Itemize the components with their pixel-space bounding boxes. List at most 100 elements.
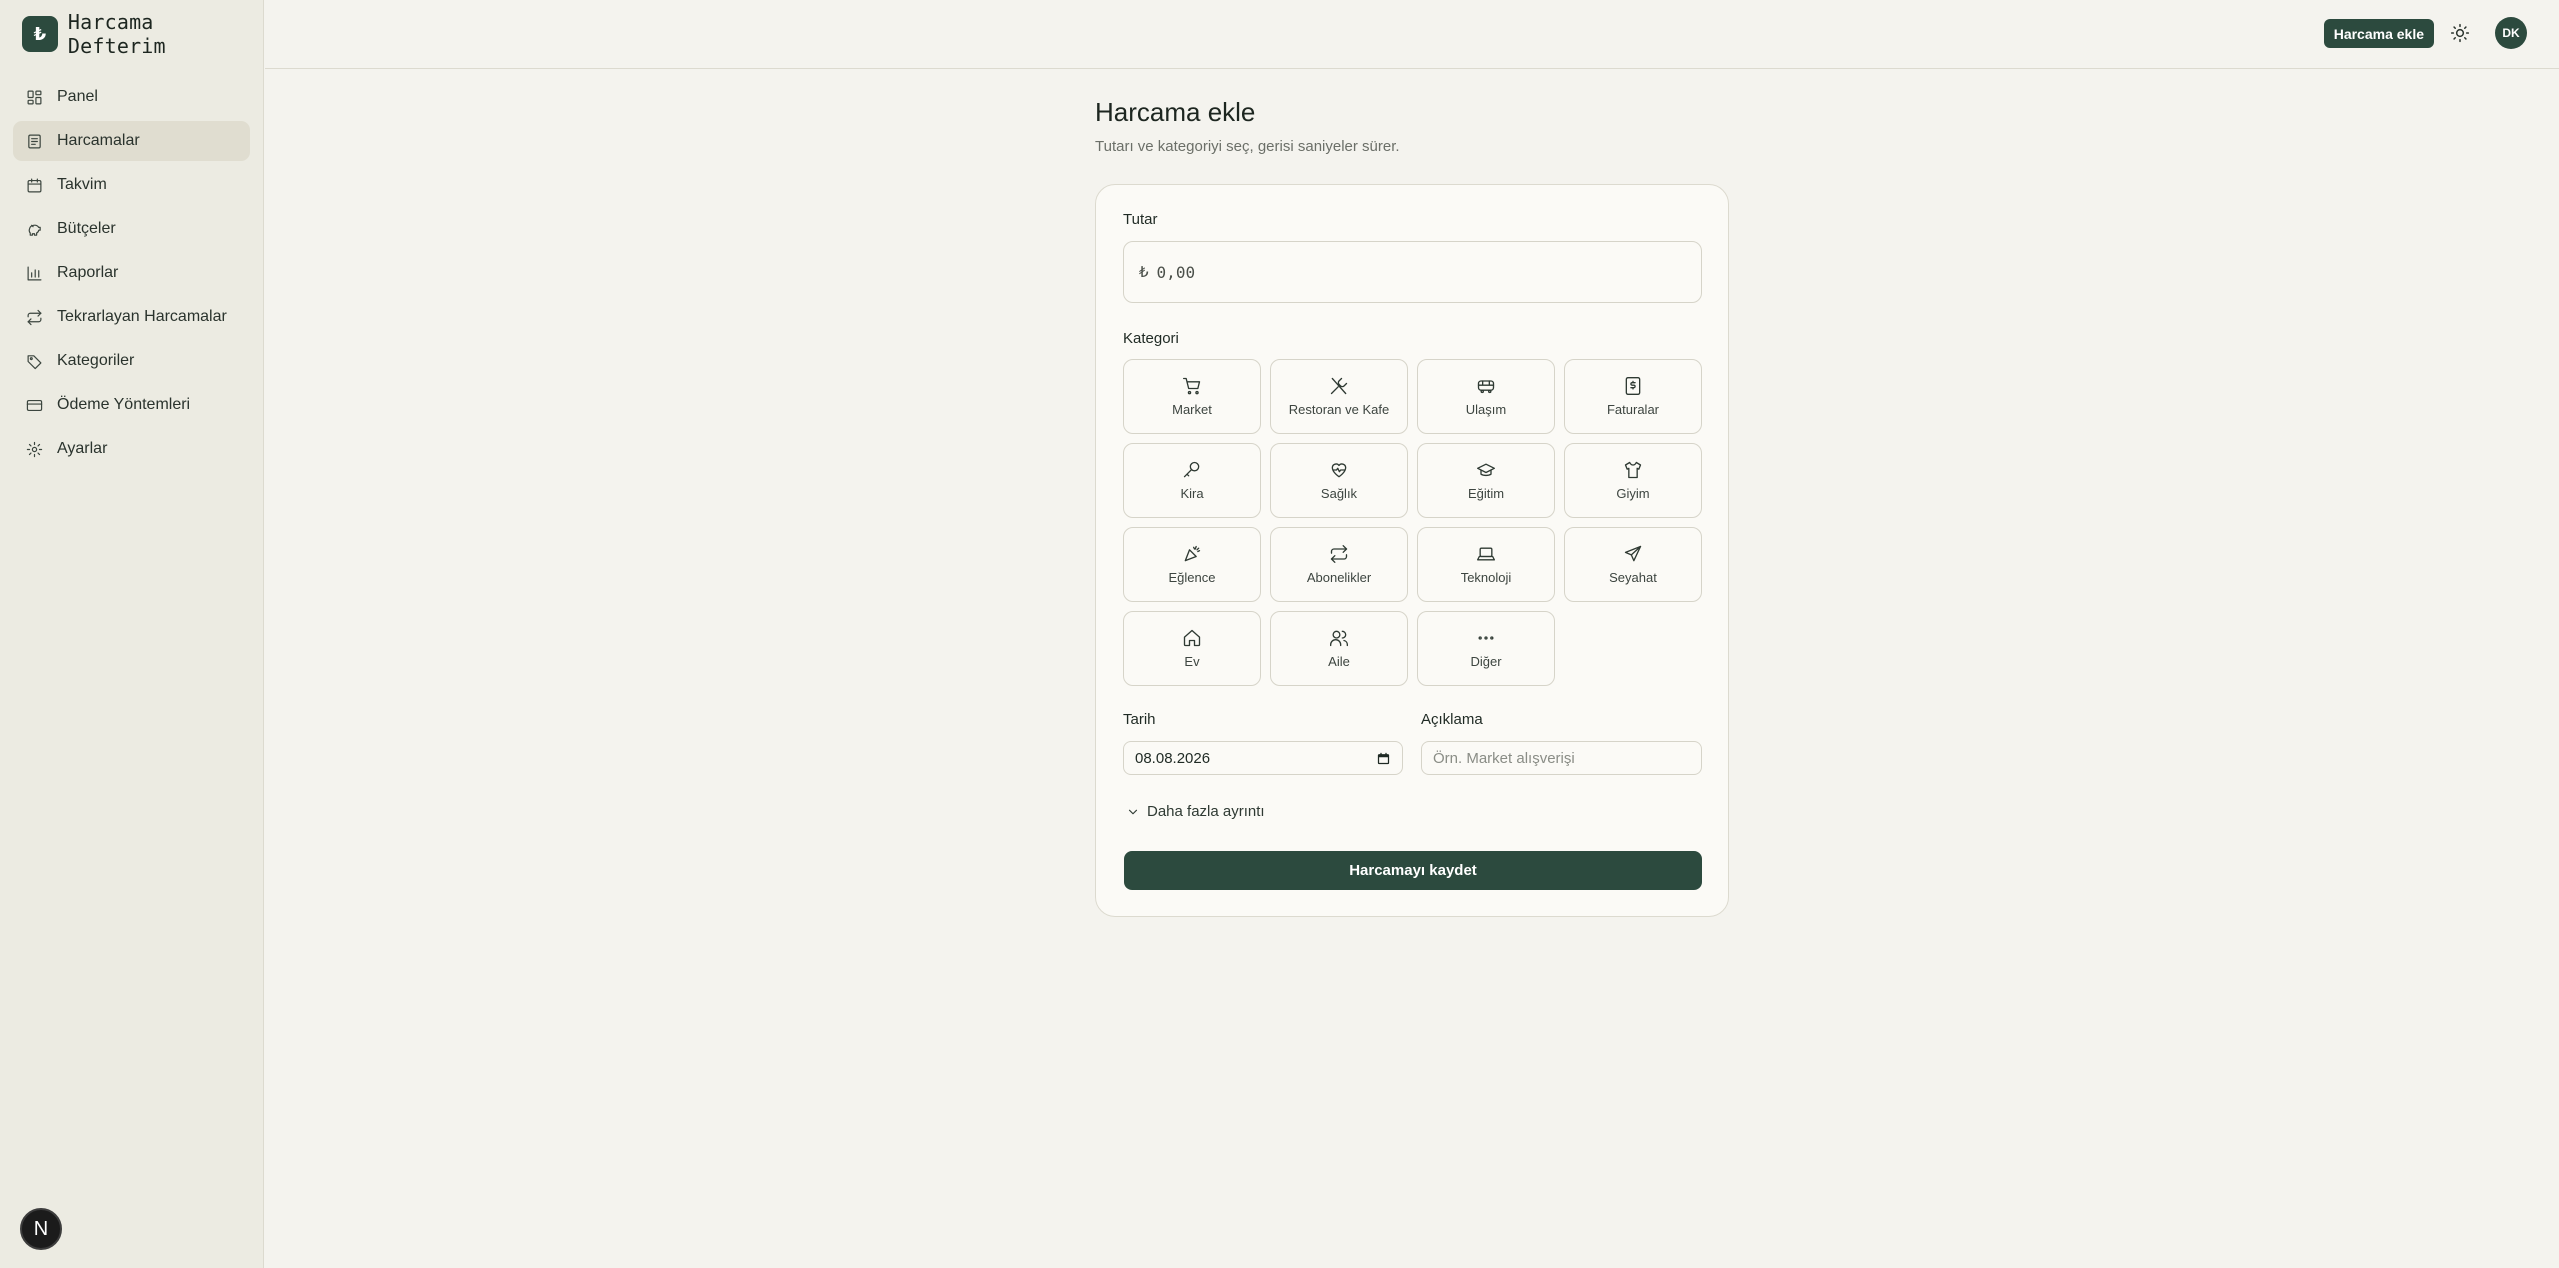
party-popper-icon [1184, 545, 1201, 562]
page-title: Harcama ekle [1095, 97, 1256, 127]
sidebar-item-harcamalar[interactable]: Harcamalar [13, 121, 250, 161]
amount-placeholder: 0,00 [1156, 262, 1196, 282]
category-label-text: Aile [1328, 654, 1350, 669]
category-label-text: Diğer [1470, 654, 1502, 669]
lira-logo-icon: ₺ [22, 16, 58, 52]
category-teknoloji[interactable]: Teknoloji [1417, 527, 1555, 602]
topbar: Harcama ekle DK [265, 0, 2559, 69]
receipt-icon [28, 134, 41, 148]
plane-icon [1624, 545, 1642, 562]
piggy-bank-icon [28, 224, 41, 236]
sidebar-item-odeme[interactable]: Ödeme Yöntemleri [13, 385, 250, 425]
category-egitim[interactable]: Eğitim [1417, 443, 1555, 518]
sidebar-item-tekrarlayan[interactable]: Tekrarlayan Harcamalar [13, 297, 250, 337]
category-label-text: Eğlence [1168, 570, 1216, 585]
category-label-text: Sağlık [1320, 486, 1358, 501]
add-expense-button[interactable]: Harcama ekle [2323, 19, 2434, 48]
sidebar-item-label: Harcamalar [57, 132, 140, 149]
category-kira[interactable]: Kira [1123, 443, 1261, 518]
calendar-icon[interactable] [1376, 751, 1391, 766]
date-value: 08.08.2026 [1135, 749, 1211, 767]
chevron-down-icon [1128, 809, 1138, 814]
category-abonelikler[interactable]: Abonelikler [1270, 527, 1408, 602]
home-icon [1183, 629, 1201, 647]
more-details-toggle[interactable]: Daha fazla ayrıntı [1126, 803, 1265, 820]
sidebar-item-butceler[interactable]: Bütçeler [13, 209, 250, 249]
category-ev[interactable]: Ev [1123, 611, 1261, 686]
category-aile[interactable]: Aile [1270, 611, 1408, 686]
sidebar-item-label: Raporlar [57, 264, 119, 281]
category-faturalar[interactable]: Faturalar [1564, 359, 1702, 434]
bar-chart-icon [27, 266, 42, 280]
footer-badge[interactable]: N [20, 1208, 62, 1250]
sidebar-item-label: Tekrarlayan Harcamalar [57, 308, 227, 325]
category-diger[interactable]: Diğer [1417, 611, 1555, 686]
category-giyim[interactable]: Giyim [1564, 443, 1702, 518]
laptop-icon [1477, 547, 1495, 561]
page-subtitle: Tutarı ve kategoriyi seç, gerisi saniyel… [1095, 138, 1400, 155]
sidebar-item-takvim[interactable]: Takvim [13, 165, 250, 205]
category-label-text: Faturalar [1606, 402, 1660, 417]
category-label-text: Seyahat [1609, 570, 1657, 585]
category-label-text: Ulaşım [1465, 402, 1507, 417]
sidebar-item-raporlar[interactable]: Raporlar [13, 253, 250, 293]
bill-icon [1625, 377, 1641, 395]
ellipsis-icon [1478, 636, 1494, 640]
category-saglik[interactable]: Sağlık [1270, 443, 1408, 518]
credit-card-icon [26, 399, 43, 411]
sidebar-item-label: Ayarlar [57, 440, 108, 457]
utensils-icon [1330, 377, 1348, 395]
sidebar-item-ayarlar[interactable]: Ayarlar [13, 429, 250, 469]
save-expense-button[interactable]: Harcamayı kaydet [1124, 851, 1702, 890]
expense-form-card: Tutar ₺ 0,00 Kategori Market Restoran ve… [1095, 184, 1729, 917]
repeat-icon [27, 309, 42, 325]
bus-icon [1477, 380, 1495, 394]
category-label-text: Teknoloji [1460, 570, 1512, 585]
sidebar-item-label: Kategoriler [57, 352, 135, 369]
repeat-icon [1330, 545, 1348, 563]
date-input[interactable]: 08.08.2026 [1123, 741, 1403, 775]
shopping-cart-icon [1183, 377, 1201, 395]
sidebar-item-label: Bütçeler [57, 220, 116, 237]
heart-pulse-icon [1331, 463, 1347, 478]
gear-icon [26, 441, 43, 457]
category-label-text: Giyim [1616, 486, 1650, 501]
sidebar-item-panel[interactable]: Panel [13, 77, 250, 117]
dashboard-icon [27, 90, 42, 104]
category-seyahat[interactable]: Seyahat [1564, 527, 1702, 602]
sidebar: ₺ Harcama Defterim Panel Harcamalar Takv… [0, 0, 264, 1268]
theme-toggle[interactable] [2450, 23, 2470, 43]
sidebar-item-label: Takvim [57, 176, 107, 193]
category-label-text: Market [1172, 402, 1212, 417]
description-label: Açıklama [1421, 711, 1483, 728]
date-label: Tarih [1123, 711, 1156, 728]
category-label-text: Kira [1180, 486, 1204, 501]
sidebar-nav: Panel Harcamalar Takvim Bütçeler Raporla… [13, 77, 250, 473]
sidebar-item-kategoriler[interactable]: Kategoriler [13, 341, 250, 381]
graduation-cap-icon [1477, 463, 1495, 477]
sidebar-item-label: Panel [57, 88, 98, 105]
category-label: Kategori [1123, 330, 1179, 347]
currency-symbol: ₺ [1139, 264, 1149, 281]
users-icon [1330, 630, 1348, 647]
category-ulasim[interactable]: Ulaşım [1417, 359, 1555, 434]
avatar[interactable]: DK [2495, 17, 2527, 49]
calendar-icon [27, 178, 42, 192]
brand[interactable]: ₺ Harcama Defterim [22, 10, 263, 58]
description-input[interactable] [1421, 741, 1702, 775]
app-title: Harcama Defterim [67, 10, 166, 58]
more-details-label: Daha fazla ayrıntı [1147, 803, 1265, 820]
category-label-text: Abonelikler [1306, 570, 1372, 585]
shirt-icon [1624, 461, 1642, 479]
category-label-text: Eğitim [1467, 486, 1505, 501]
category-grid: Market Restoran ve Kafe Ulaşım Faturalar… [1123, 359, 1703, 686]
category-restoran[interactable]: Restoran ve Kafe [1270, 359, 1408, 434]
category-market[interactable]: Market [1123, 359, 1261, 434]
category-eglence[interactable]: Eğlence [1123, 527, 1261, 602]
sun-icon [2450, 23, 2470, 43]
amount-label: Tutar [1123, 211, 1158, 228]
amount-field[interactable]: ₺ 0,00 [1123, 241, 1702, 303]
sidebar-item-label: Ödeme Yöntemleri [57, 396, 191, 413]
category-label-text: Restoran ve Kafe [1288, 402, 1390, 417]
category-label-text: Ev [1184, 654, 1200, 669]
